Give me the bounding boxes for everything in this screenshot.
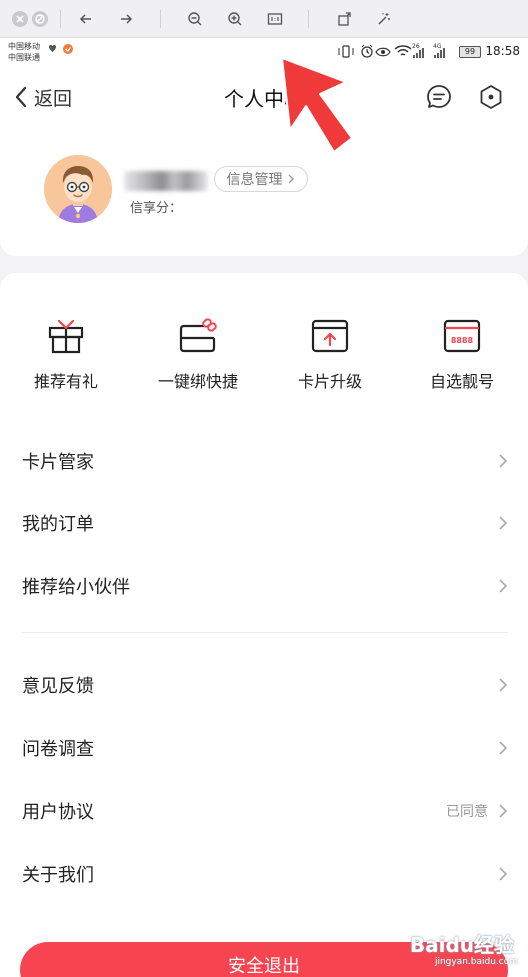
section-divider — [22, 632, 508, 633]
actual-size-icon[interactable] — [264, 8, 286, 30]
nav-bar: 返回 个人中心 — [0, 66, 528, 128]
info-management-button[interactable]: 信息管理 — [214, 166, 308, 192]
menu-item-label: 卡片管家 — [22, 452, 94, 473]
feature-quick-bind[interactable]: 一键绑快捷 — [132, 318, 264, 398]
toolbar-divider — [160, 10, 161, 28]
feature-choose-number[interactable]: 8888 自选靓号 — [396, 318, 528, 398]
phone-status-bar: 中国移动 中国联通 26 4G 99 18:58 — [0, 38, 528, 66]
menu-item-user-agreement[interactable]: 用户协议 已同意 — [0, 782, 528, 838]
clock: 18:58 — [485, 44, 520, 58]
carrier-info: 中国移动 中国联通 — [8, 41, 40, 63]
feature-card-upgrade[interactable]: 卡片升级 — [264, 318, 396, 398]
carrier-mobile: 中国移动 — [8, 42, 40, 51]
chevron-right-icon — [499, 454, 508, 468]
avatar-cartoon-icon — [44, 155, 112, 223]
back-arrow-icon[interactable] — [75, 8, 97, 30]
feature-referral[interactable]: 推荐有礼 — [0, 318, 132, 398]
chevron-right-icon — [499, 579, 508, 593]
menu-item-feedback[interactable]: 意见反馈 — [0, 656, 528, 712]
battery-indicator: 99 — [459, 46, 481, 58]
chevron-right-icon — [499, 867, 508, 881]
menu-item-label: 用户协议 — [22, 802, 94, 823]
message-icon — [427, 85, 451, 108]
chevron-right-icon — [499, 678, 508, 692]
user-name-redacted — [124, 171, 208, 191]
menu-item-label: 意见反馈 — [22, 676, 94, 697]
message-button[interactable] — [425, 83, 453, 111]
menu-item-about-us[interactable]: 关于我们 — [0, 845, 528, 901]
zoom-in-icon[interactable] — [224, 8, 246, 30]
toolbar-divider — [308, 10, 309, 28]
menu-item-label: 推荐给小伙伴 — [22, 577, 130, 598]
close-window-icon[interactable] — [12, 11, 28, 27]
feature-label: 一键绑快捷 — [157, 372, 238, 391]
signal-tag1: 26 — [412, 43, 420, 50]
watermark-url: jingyan.baidu.com — [434, 957, 518, 967]
feature-label: 推荐有礼 — [33, 372, 98, 391]
points-label: 信享分： — [130, 201, 183, 216]
feature-label: 自选靓号 — [429, 372, 494, 391]
menu-item-my-orders[interactable]: 我的订单 — [0, 494, 528, 550]
info-management-label: 信息管理 — [226, 172, 283, 188]
menu-item-label: 我的订单 — [22, 514, 94, 535]
menu-item-card-manager[interactable]: 卡片管家 — [0, 432, 528, 488]
image-viewer-toolbar — [0, 0, 528, 38]
rotate-icon[interactable] — [334, 8, 356, 30]
carrier-unicom: 中国联通 — [8, 53, 40, 62]
main-card: 推荐有礼 一键绑快捷 卡片升级 8888 自选靓号 卡片管家 我的订单 推荐给小… — [0, 273, 528, 977]
signal-tag2: 4G — [433, 43, 442, 50]
chevron-right-icon — [499, 741, 508, 755]
feature-row: 推荐有礼 一键绑快捷 卡片升级 8888 自选靓号 — [0, 318, 528, 398]
menu-item-label: 关于我们 — [22, 865, 94, 886]
stop-icon[interactable] — [32, 11, 48, 27]
agreement-status: 已同意 — [446, 804, 488, 820]
chevron-right-icon — [288, 174, 294, 184]
menu-item-recommend-friends[interactable]: 推荐给小伙伴 — [0, 557, 528, 613]
feature-label: 卡片升级 — [297, 372, 362, 391]
avatar[interactable] — [44, 155, 112, 223]
gift-icon — [48, 319, 84, 354]
magic-wand-icon[interactable] — [373, 8, 395, 30]
red-arrow-annotation — [281, 57, 353, 153]
settings-button[interactable] — [477, 83, 505, 111]
toolbar-divider — [60, 10, 61, 28]
card-number-icon: 8888 — [443, 319, 481, 353]
card-link-icon — [179, 318, 217, 353]
hexagon-settings-icon — [480, 85, 502, 109]
baidu-watermark: Baidu经验 jingyan.baidu.com — [402, 929, 522, 973]
menu-item-label: 问卷调查 — [22, 739, 94, 760]
forward-arrow-icon[interactable] — [115, 8, 137, 30]
watermark-logo: Baidu经验 — [409, 933, 514, 957]
menu-item-survey[interactable]: 问卷调查 — [0, 719, 528, 775]
profile-card: 信息管理 信享分： — [0, 128, 528, 256]
chevron-right-icon — [499, 516, 508, 530]
notification-icons — [49, 44, 73, 54]
chevron-right-icon — [499, 804, 508, 818]
card-upgrade-icon — [311, 319, 349, 353]
zoom-out-icon[interactable] — [184, 8, 206, 30]
card-number-text: 8888 — [451, 336, 474, 345]
